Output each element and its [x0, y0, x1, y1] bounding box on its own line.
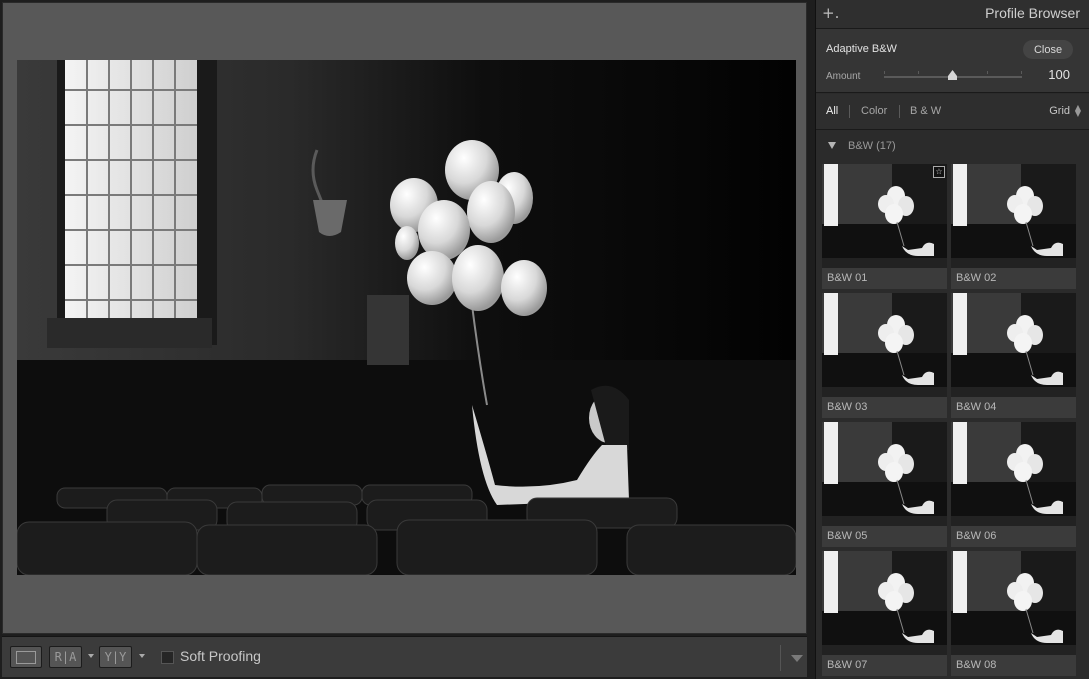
updown-arrows-icon[interactable]: ▲ ▼: [1075, 104, 1081, 118]
profile-thumbnail[interactable]: B&W 08: [951, 551, 1076, 676]
soft-proofing-checkbox[interactable]: [161, 651, 174, 664]
soft-proofing-label: Soft Proofing: [180, 648, 261, 664]
slider-tick: [884, 71, 885, 74]
thumbnail-label: B&W 07: [822, 655, 947, 676]
profile-thumbnail[interactable]: B&W 07: [822, 551, 947, 676]
loupe-view-icon: [16, 650, 36, 664]
toolbar-divider: [780, 645, 781, 671]
photo-image: [17, 60, 796, 575]
amount-slider-thumb[interactable]: [947, 70, 958, 81]
panel-title: Profile Browser: [985, 5, 1080, 21]
lightroom-window: R|A Y|Y Soft Proofing +. Profile Browser…: [0, 0, 1089, 679]
thumbnail-label: B&W 02: [951, 268, 1076, 289]
toolbar-menu-triangle-icon[interactable]: [791, 655, 803, 662]
thumbnail-label: B&W 01: [822, 268, 947, 289]
profile-thumbnail[interactable]: B&W 06: [951, 422, 1076, 547]
thumbnail-image: [951, 551, 1076, 655]
filter-color[interactable]: Color: [861, 105, 887, 117]
thumbnail-label: B&W 03: [822, 397, 947, 418]
thumbnail-label: B&W 06: [951, 526, 1076, 547]
profile-thumbnail[interactable]: B&W 01 ☆: [822, 164, 947, 289]
photo-preview[interactable]: [17, 60, 796, 575]
current-profile-box: Adaptive B&W Close Amount 100: [816, 28, 1089, 93]
before-after-icon: Y|Y: [104, 650, 127, 664]
filter-separator: [899, 105, 900, 118]
profile-thumbnail[interactable]: B&W 03: [822, 293, 947, 418]
group-label: B&W (17): [848, 140, 896, 152]
profile-thumbnail[interactable]: B&W 04: [951, 293, 1076, 418]
amount-value[interactable]: 100: [1048, 67, 1070, 82]
bw-group-header[interactable]: B&W (17): [816, 131, 1089, 161]
bottom-toolbar: R|A Y|Y Soft Proofing: [2, 636, 807, 677]
view-mode-select[interactable]: Grid: [1049, 105, 1070, 117]
close-button[interactable]: Close: [1023, 40, 1073, 59]
thumbnail-label: B&W 04: [951, 397, 1076, 418]
thumbnail-image: [822, 551, 947, 655]
panel-header: +. Profile Browser: [816, 0, 1089, 28]
compare-view-icon: R|A: [54, 650, 77, 664]
compare-view-button[interactable]: R|A: [49, 646, 82, 668]
filter-bw[interactable]: B & W: [910, 105, 941, 117]
thumbnail-image: [822, 164, 947, 268]
amount-label: Amount: [826, 71, 861, 82]
profile-name: Adaptive B&W: [826, 43, 897, 55]
before-after-button[interactable]: Y|Y: [99, 646, 132, 668]
thumbnail-image: [951, 293, 1076, 397]
profile-browser-panel: +. Profile Browser Adaptive B&W Close Am…: [815, 0, 1089, 679]
thumbnail-label: B&W 05: [822, 526, 947, 547]
thumbnail-label: B&W 08: [951, 655, 1076, 676]
filter-separator: [849, 105, 850, 118]
loupe-view-button[interactable]: [10, 646, 42, 668]
thumbnail-image: [822, 422, 947, 526]
slider-tick: [1021, 71, 1022, 74]
profile-thumbnail[interactable]: B&W 02: [951, 164, 1076, 289]
thumbnail-image: [822, 293, 947, 397]
star-icon[interactable]: ☆: [933, 166, 945, 178]
compare-view-chevron-down-icon[interactable]: [88, 654, 94, 658]
slider-tick: [918, 71, 919, 74]
image-canvas: [2, 2, 807, 634]
profile-thumbnail[interactable]: B&W 05: [822, 422, 947, 547]
plus-icon[interactable]: +.: [822, 4, 839, 22]
thumbnail-image: [951, 164, 1076, 268]
filter-all[interactable]: All: [826, 105, 838, 117]
thumbnail-image: [951, 422, 1076, 526]
profile-filter-bar: All Color B & W Grid ▲ ▼: [816, 94, 1089, 130]
before-after-chevron-down-icon[interactable]: [139, 654, 145, 658]
slider-tick: [987, 71, 988, 74]
disclosure-triangle-icon[interactable]: [828, 142, 836, 149]
